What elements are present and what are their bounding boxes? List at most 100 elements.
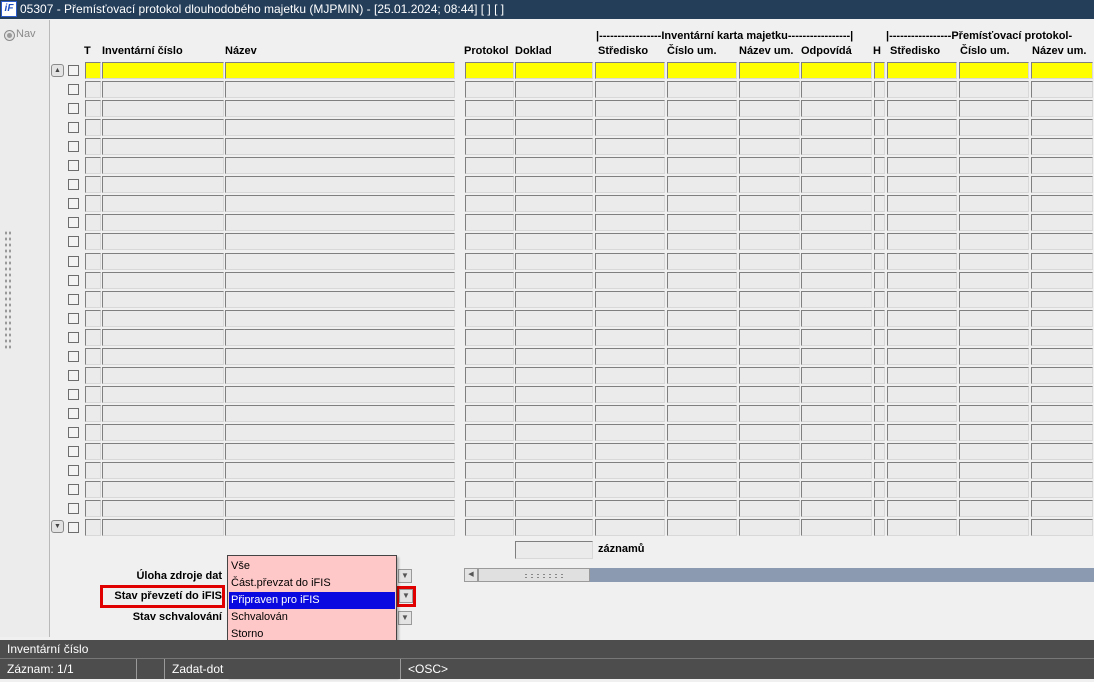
cell-nazev-um-2[interactable] [1031, 119, 1093, 136]
cell-odpovida[interactable] [801, 291, 872, 308]
cell-cislo-um[interactable] [667, 443, 737, 460]
cell-inventarni-cislo[interactable] [102, 119, 224, 136]
cell-doklad[interactable] [515, 405, 593, 422]
cell-cislo-um-2[interactable] [959, 233, 1029, 250]
cell-inventarni-cislo[interactable] [102, 195, 224, 212]
row-checkbox[interactable] [68, 522, 79, 533]
cell-nazev-um[interactable] [739, 310, 800, 327]
row-checkbox[interactable] [68, 313, 79, 324]
cell-nazev-um-2[interactable] [1031, 62, 1093, 79]
cell-cislo-um[interactable] [667, 519, 737, 536]
cell-cislo-um[interactable] [667, 272, 737, 289]
cell-nazev-um[interactable] [739, 329, 800, 346]
row-checkbox[interactable] [68, 179, 79, 190]
row-checkbox[interactable] [68, 465, 79, 476]
row-checkbox[interactable] [68, 503, 79, 514]
cell-nazev-um[interactable] [739, 138, 800, 155]
cell-t[interactable] [85, 233, 101, 250]
cell-cislo-um-2[interactable] [959, 481, 1029, 498]
cell-stredisko-2[interactable] [887, 233, 957, 250]
cell-inventarni-cislo[interactable] [102, 291, 224, 308]
cell-h[interactable] [874, 348, 885, 365]
cell-stredisko[interactable] [595, 348, 665, 365]
cell-protokol[interactable] [465, 157, 514, 174]
cell-t[interactable] [85, 443, 101, 460]
cell-stredisko[interactable] [595, 176, 665, 193]
cell-odpovida[interactable] [801, 310, 872, 327]
cell-h[interactable] [874, 291, 885, 308]
cell-protokol[interactable] [465, 405, 514, 422]
cell-odpovida[interactable] [801, 81, 872, 98]
cell-inventarni-cislo[interactable] [102, 62, 224, 79]
row-checkbox[interactable] [68, 275, 79, 286]
cell-protokol[interactable] [465, 138, 514, 155]
cell-cislo-um[interactable] [667, 462, 737, 479]
cell-t[interactable] [85, 310, 101, 327]
cell-inventarni-cislo[interactable] [102, 329, 224, 346]
cell-h[interactable] [874, 367, 885, 384]
cell-nazev-um[interactable] [739, 119, 800, 136]
cell-h[interactable] [874, 462, 885, 479]
cell-nazev-um-2[interactable] [1031, 176, 1093, 193]
cell-stredisko[interactable] [595, 81, 665, 98]
cell-doklad[interactable] [515, 367, 593, 384]
cell-stredisko[interactable] [595, 405, 665, 422]
cell-t[interactable] [85, 138, 101, 155]
cell-h[interactable] [874, 176, 885, 193]
cell-odpovida[interactable] [801, 481, 872, 498]
cell-stredisko-2[interactable] [887, 405, 957, 422]
cell-nazev-um[interactable] [739, 214, 800, 231]
cell-doklad[interactable] [515, 500, 593, 517]
cell-nazev-um[interactable] [739, 100, 800, 117]
cell-doklad[interactable] [515, 329, 593, 346]
cell-odpovida[interactable] [801, 405, 872, 422]
cell-cislo-um-2[interactable] [959, 157, 1029, 174]
cell-stredisko-2[interactable] [887, 329, 957, 346]
cell-cislo-um[interactable] [667, 348, 737, 365]
cell-stredisko[interactable] [595, 138, 665, 155]
cell-nazev-um-2[interactable] [1031, 272, 1093, 289]
cell-stredisko-2[interactable] [887, 119, 957, 136]
cell-stredisko-2[interactable] [887, 310, 957, 327]
row-checkbox[interactable] [68, 65, 79, 76]
cell-t[interactable] [85, 291, 101, 308]
row-checkbox[interactable] [68, 217, 79, 228]
cell-cislo-um[interactable] [667, 81, 737, 98]
cell-stredisko[interactable] [595, 329, 665, 346]
stav-prevzeti-dropdown-icon[interactable]: ▼ [399, 589, 413, 603]
cell-nazev[interactable] [225, 519, 455, 536]
dropdown-option[interactable]: Připraven pro iFIS [229, 592, 395, 609]
cell-nazev-um[interactable] [739, 253, 800, 270]
cell-nazev[interactable] [225, 329, 455, 346]
cell-stredisko-2[interactable] [887, 367, 957, 384]
cell-nazev-um[interactable] [739, 462, 800, 479]
cell-h[interactable] [874, 81, 885, 98]
cell-h[interactable] [874, 481, 885, 498]
cell-nazev-um-2[interactable] [1031, 386, 1093, 403]
cell-nazev[interactable] [225, 481, 455, 498]
cell-doklad[interactable] [515, 157, 593, 174]
row-checkbox[interactable] [68, 332, 79, 343]
cell-cislo-um[interactable] [667, 310, 737, 327]
cell-odpovida[interactable] [801, 519, 872, 536]
cell-t[interactable] [85, 119, 101, 136]
cell-nazev-um[interactable] [739, 272, 800, 289]
cell-doklad[interactable] [515, 519, 593, 536]
cell-nazev[interactable] [225, 100, 455, 117]
cell-doklad[interactable] [515, 481, 593, 498]
cell-doklad[interactable] [515, 348, 593, 365]
cell-t[interactable] [85, 386, 101, 403]
cell-nazev-um[interactable] [739, 443, 800, 460]
scroll-thumb[interactable] [478, 568, 590, 582]
cell-odpovida[interactable] [801, 462, 872, 479]
cell-nazev-um[interactable] [739, 176, 800, 193]
cell-h[interactable] [874, 519, 885, 536]
cell-t[interactable] [85, 157, 101, 174]
row-checkbox[interactable] [68, 484, 79, 495]
cell-stredisko[interactable] [595, 233, 665, 250]
cell-nazev[interactable] [225, 157, 455, 174]
cell-t[interactable] [85, 100, 101, 117]
cell-protokol[interactable] [465, 62, 514, 79]
cell-cislo-um-2[interactable] [959, 195, 1029, 212]
cell-odpovida[interactable] [801, 138, 872, 155]
